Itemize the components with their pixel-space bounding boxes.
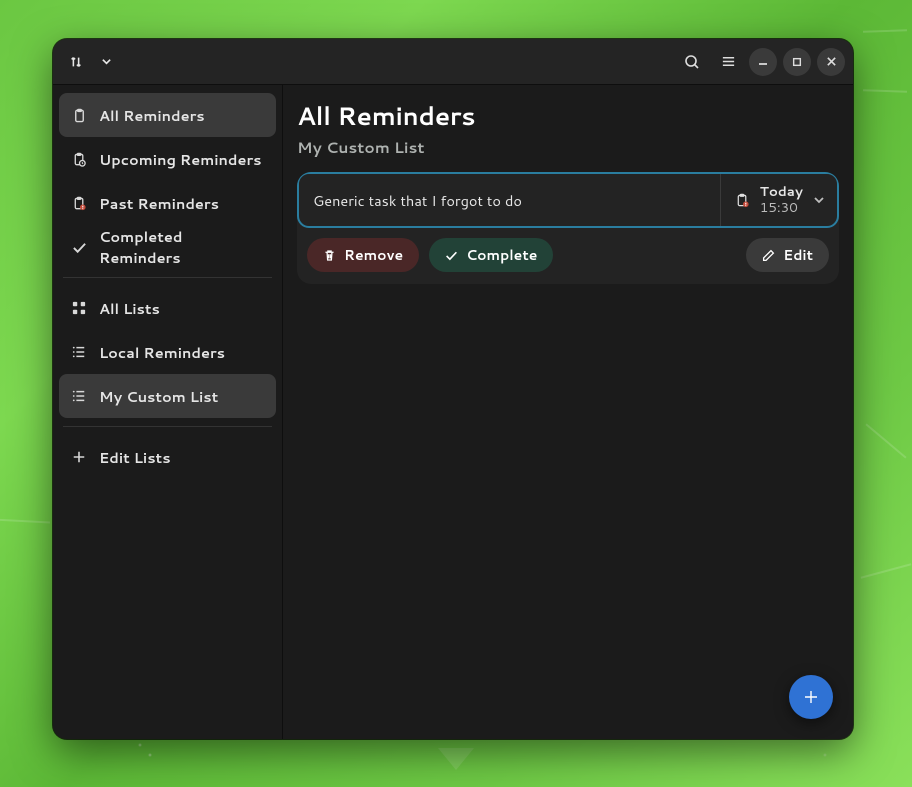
sidebar-item-all-lists[interactable]: All Lists [59,286,276,330]
sidebar-item-label: All Reminders [99,105,205,126]
sidebar-item-local-reminders[interactable]: Local Reminders [59,330,276,374]
sidebar-item-label: Local Reminders [99,342,225,363]
list-icon [71,388,87,404]
clipboard-alert-icon [735,193,750,208]
button-label: Edit [783,245,813,265]
maximize-button[interactable] [783,48,811,76]
due-time: 15:30 [760,200,803,216]
reminder-card: Generic task that I forgot to do Today 1… [297,172,839,284]
add-reminder-fab[interactable] [789,675,833,719]
main-panel: All Reminders My Custom List Generic tas… [283,85,853,739]
page-subtitle: My Custom List [297,136,839,158]
reminder-title: Generic task that I forgot to do [299,174,720,226]
clipboard-icon [71,107,87,123]
minimize-button[interactable] [749,48,777,76]
app-window: All Reminders Upcoming Reminders [53,39,853,739]
sidebar-item-label: All Lists [99,298,160,319]
sidebar-item-label: Past Reminders [99,193,219,214]
check-icon [71,239,87,255]
sidebar-item-upcoming-reminders[interactable]: Upcoming Reminders [59,137,276,181]
hamburger-menu-button[interactable] [713,47,743,77]
close-button[interactable] [817,48,845,76]
button-label: Remove [344,245,403,265]
button-label: Complete [466,245,537,265]
list-icon [71,344,87,360]
pencil-icon [762,249,775,262]
sort-dropdown-button[interactable] [95,47,117,77]
sidebar-item-label: Completed Reminders [99,226,264,268]
clipboard-alert-icon [71,195,87,211]
page-title: All Reminders [297,99,839,134]
sidebar-item-label: Edit Lists [99,447,171,468]
titlebar [53,39,853,85]
edit-button[interactable]: Edit [746,238,829,272]
check-icon [445,249,458,262]
plus-icon [71,449,87,465]
remove-button[interactable]: Remove [307,238,419,272]
sidebar-item-completed-reminders[interactable]: Completed Reminders [59,225,276,269]
sidebar: All Reminders Upcoming Reminders [53,85,283,739]
reminder-actions: Remove Complete Ed [297,228,839,284]
clipboard-time-icon [71,151,87,167]
chevron-down-icon [813,194,825,206]
sidebar-item-edit-lists[interactable]: Edit Lists [59,435,276,479]
complete-button[interactable]: Complete [429,238,553,272]
sidebar-item-label: Upcoming Reminders [99,149,262,170]
sort-button[interactable] [61,47,91,77]
sidebar-separator [63,426,272,427]
sidebar-item-all-reminders[interactable]: All Reminders [59,93,276,137]
reminder-due[interactable]: Today 15:30 [720,174,837,226]
trash-icon [323,249,336,262]
sidebar-item-past-reminders[interactable]: Past Reminders [59,181,276,225]
grid-icon [71,300,87,316]
sidebar-item-my-custom-list[interactable]: My Custom List [59,374,276,418]
reminder-row[interactable]: Generic task that I forgot to do Today 1… [297,172,839,228]
search-button[interactable] [677,47,707,77]
sidebar-separator [63,277,272,278]
sidebar-item-label: My Custom List [99,386,218,407]
